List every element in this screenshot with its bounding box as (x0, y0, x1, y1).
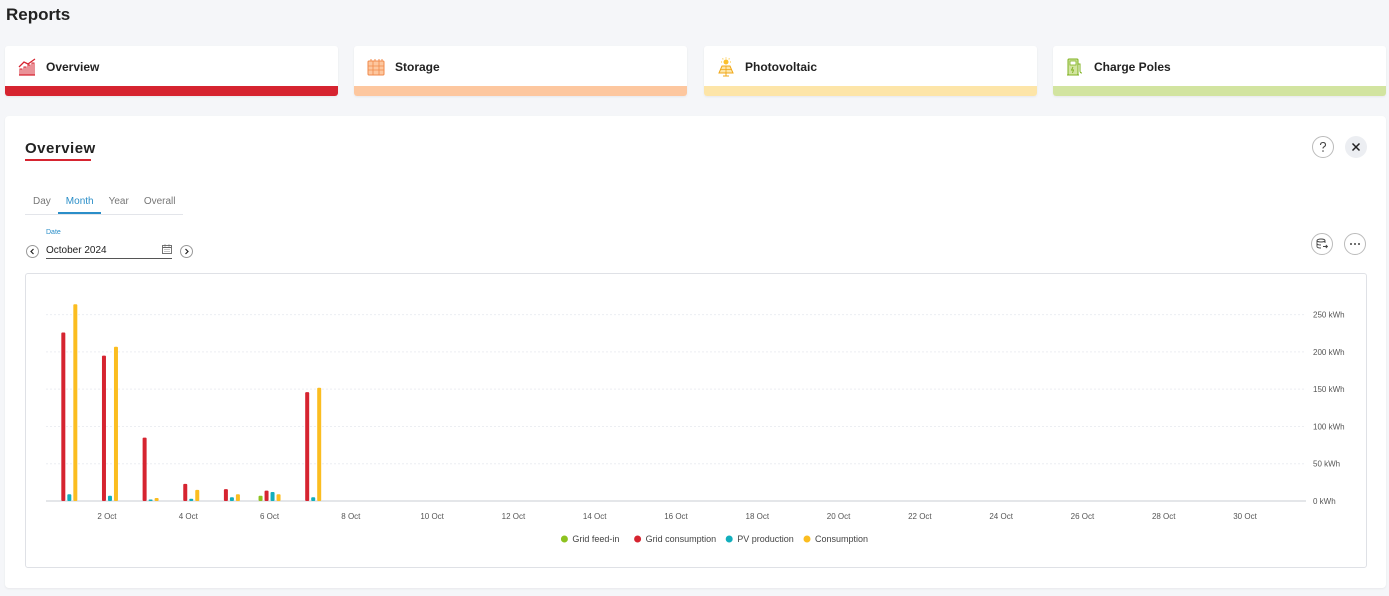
date-picker-input[interactable]: October 2024 (46, 242, 172, 259)
energy-chart: 0 kWh 50 kWh 100 kWh 150 kWh 200 kWh 250 kWh 2… (25, 273, 1367, 568)
bar[interactable] (107, 495, 112, 501)
bar[interactable] (195, 489, 200, 501)
card-photovoltaic[interactable]: Photovoltaic (704, 46, 1037, 96)
x-tick-label: 6 Oct (260, 512, 280, 521)
more-options-button[interactable] (1344, 233, 1366, 255)
x-tick-label: 24 Oct (989, 512, 1013, 521)
card-label: Charge Poles (1094, 60, 1171, 74)
bar[interactable] (61, 332, 66, 501)
period-tabs: Day Month Year Overall (25, 192, 183, 215)
help-button[interactable] (1312, 136, 1334, 158)
tab-day[interactable]: Day (25, 192, 58, 214)
card-label: Photovoltaic (745, 60, 818, 74)
database-export-icon (1316, 238, 1328, 249)
charging-station-icon (1067, 58, 1083, 76)
close-icon (1351, 142, 1361, 152)
bar[interactable] (223, 489, 228, 501)
tab-year[interactable]: Year (101, 192, 136, 214)
x-tick-label: 26 Oct (1071, 512, 1095, 521)
date-value: October 2024 (46, 245, 107, 256)
chevron-right-icon (185, 248, 189, 255)
card-indicator-bar (704, 86, 1037, 96)
legend-marker[interactable] (803, 535, 811, 543)
x-tick-label: 10 Oct (420, 512, 444, 521)
card-indicator-bar (5, 86, 338, 96)
bar[interactable] (73, 304, 78, 501)
chart-line-icon (18, 58, 36, 76)
x-tick-label: 8 Oct (341, 512, 361, 521)
chevron-left-icon (30, 248, 34, 255)
bar[interactable] (148, 499, 153, 501)
card-charge-poles[interactable]: Charge Poles (1053, 46, 1386, 96)
card-indicator-bar (1053, 86, 1386, 96)
page-title: Reports (6, 5, 71, 24)
bar[interactable] (264, 490, 269, 501)
previous-period-button[interactable] (26, 245, 39, 258)
bar[interactable] (154, 498, 159, 501)
x-tick-label: 14 Oct (583, 512, 607, 521)
close-button[interactable] (1345, 136, 1367, 158)
y-tick-label: 250 kWh (1313, 311, 1345, 320)
bar[interactable] (270, 492, 275, 501)
next-period-button[interactable] (180, 245, 193, 258)
bar[interactable] (67, 494, 72, 501)
bar[interactable] (258, 495, 263, 501)
export-data-button[interactable] (1311, 233, 1333, 255)
x-tick-label: 16 Oct (664, 512, 688, 521)
date-label: Date (46, 229, 61, 236)
more-horizontal-icon (1350, 243, 1360, 245)
overview-panel: Overview Day Month Year Overall Date Oct… (5, 116, 1386, 588)
legend-marker[interactable] (725, 535, 733, 543)
y-tick-label: 200 kWh (1313, 348, 1345, 357)
bar[interactable] (183, 483, 188, 501)
panel-title: Overview (25, 140, 96, 157)
x-tick-label: 2 Oct (97, 512, 117, 521)
legend-marker[interactable] (634, 535, 642, 543)
x-tick-label: 30 Oct (1233, 512, 1257, 521)
card-label: Storage (395, 60, 440, 74)
bar[interactable] (305, 392, 310, 501)
bar[interactable] (101, 355, 106, 501)
bar[interactable] (276, 494, 281, 501)
x-tick-label: 22 Oct (908, 512, 932, 521)
calendar-icon[interactable] (162, 244, 172, 254)
question-mark-icon (1319, 141, 1327, 152)
card-overview[interactable]: Overview (5, 46, 338, 96)
bar[interactable] (142, 437, 147, 501)
card-indicator-bar (354, 86, 687, 96)
bar[interactable] (311, 497, 316, 501)
legend-label[interactable]: PV production (737, 534, 794, 544)
bar[interactable] (113, 346, 118, 501)
x-tick-label: 28 Oct (1152, 512, 1176, 521)
tab-overall[interactable]: Overall (136, 192, 183, 214)
legend-label[interactable]: Grid consumption (646, 534, 717, 544)
chart-canvas: 0 kWh 50 kWh 100 kWh 150 kWh 200 kWh 250 kWh 2… (46, 304, 1345, 544)
tab-month[interactable]: Month (57, 192, 101, 214)
bar[interactable] (229, 497, 234, 501)
y-tick-label: 50 kWh (1313, 460, 1340, 469)
card-storage[interactable]: Storage (354, 46, 687, 96)
bar[interactable] (235, 494, 240, 501)
title-underline (25, 159, 91, 161)
legend-label[interactable]: Grid feed-in (572, 534, 619, 544)
x-tick-label: 20 Oct (827, 512, 851, 521)
battery-icon (367, 59, 385, 76)
legend-marker[interactable] (560, 535, 568, 543)
bar[interactable] (317, 387, 322, 501)
y-tick-label: 100 kWh (1313, 422, 1345, 431)
x-tick-label: 12 Oct (502, 512, 526, 521)
x-tick-label: 4 Oct (179, 512, 199, 521)
y-tick-label: 150 kWh (1313, 385, 1345, 394)
bar[interactable] (189, 498, 194, 501)
legend-label[interactable]: Consumption (815, 534, 868, 544)
report-category-cards: Overview Storage Photovoltaic Charge Pol… (5, 46, 1386, 96)
y-tick-label: 0 kWh (1313, 497, 1336, 506)
solar-panel-icon (718, 57, 734, 77)
card-label: Overview (46, 60, 100, 74)
x-tick-label: 18 Oct (746, 512, 770, 521)
